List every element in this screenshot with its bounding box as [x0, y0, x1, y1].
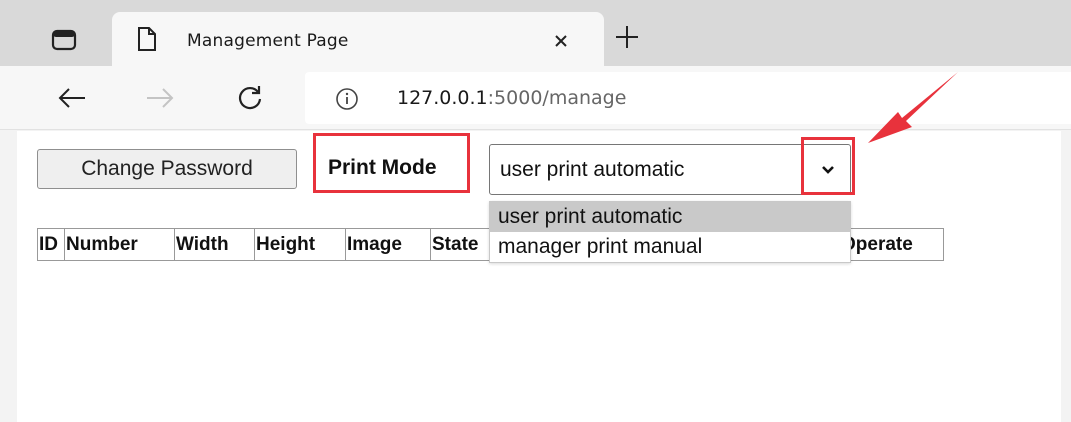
tab-title: Management Page [187, 31, 349, 51]
new-tab-button[interactable] [612, 22, 642, 52]
dropdown-arrow-highlight [801, 137, 855, 195]
url-host: 127.0.0.1 [397, 87, 488, 109]
close-tab-button[interactable] [550, 30, 572, 52]
column-header-width: Width [175, 229, 255, 260]
print-mode-selected-value: user print automatic [500, 158, 685, 181]
column-header-height: Height [255, 229, 346, 260]
plus-icon [616, 26, 638, 48]
address-bar[interactable]: 127.0.0.1:5000/manage [305, 72, 1071, 124]
tab-strip: Management Page [0, 0, 1071, 66]
print-mode-select[interactable]: user print automatic [489, 144, 851, 195]
forward-button[interactable] [142, 80, 178, 116]
option-manager-print-manual[interactable]: manager print manual [490, 232, 850, 262]
browser-chrome: Management Page 127.0.0.1:5000/manage [0, 0, 1071, 130]
change-password-button[interactable]: Change Password [37, 149, 297, 189]
sidebar-toggle-button[interactable] [40, 20, 88, 60]
tab-management-page[interactable]: Management Page [112, 12, 604, 66]
page-content: Change Password Print Mode user print au… [17, 131, 1061, 422]
back-arrow-icon [58, 88, 85, 108]
print-mode-label-highlight [313, 133, 470, 193]
url-text: 127.0.0.1:5000/manage [397, 87, 626, 109]
sidebar-icon [51, 29, 77, 51]
page-icon [138, 27, 156, 51]
url-path: :5000/manage [487, 87, 627, 109]
option-user-print-automatic[interactable]: user print automatic [490, 202, 850, 232]
back-button[interactable] [54, 80, 90, 116]
info-icon[interactable] [335, 87, 359, 111]
column-header-id: ID [38, 229, 65, 260]
close-icon [555, 35, 567, 47]
column-header-operate: Operate [841, 234, 913, 255]
column-header-image: Image [346, 229, 431, 260]
print-mode-options-list: user print automatic manager print manua… [489, 201, 851, 263]
navigation-bar: 127.0.0.1:5000/manage [0, 66, 1071, 130]
reload-button[interactable] [232, 80, 268, 116]
reload-icon [238, 86, 262, 110]
column-header-number: Number [65, 229, 175, 260]
column-header-state: State [431, 229, 497, 260]
forward-arrow-icon [147, 88, 174, 108]
